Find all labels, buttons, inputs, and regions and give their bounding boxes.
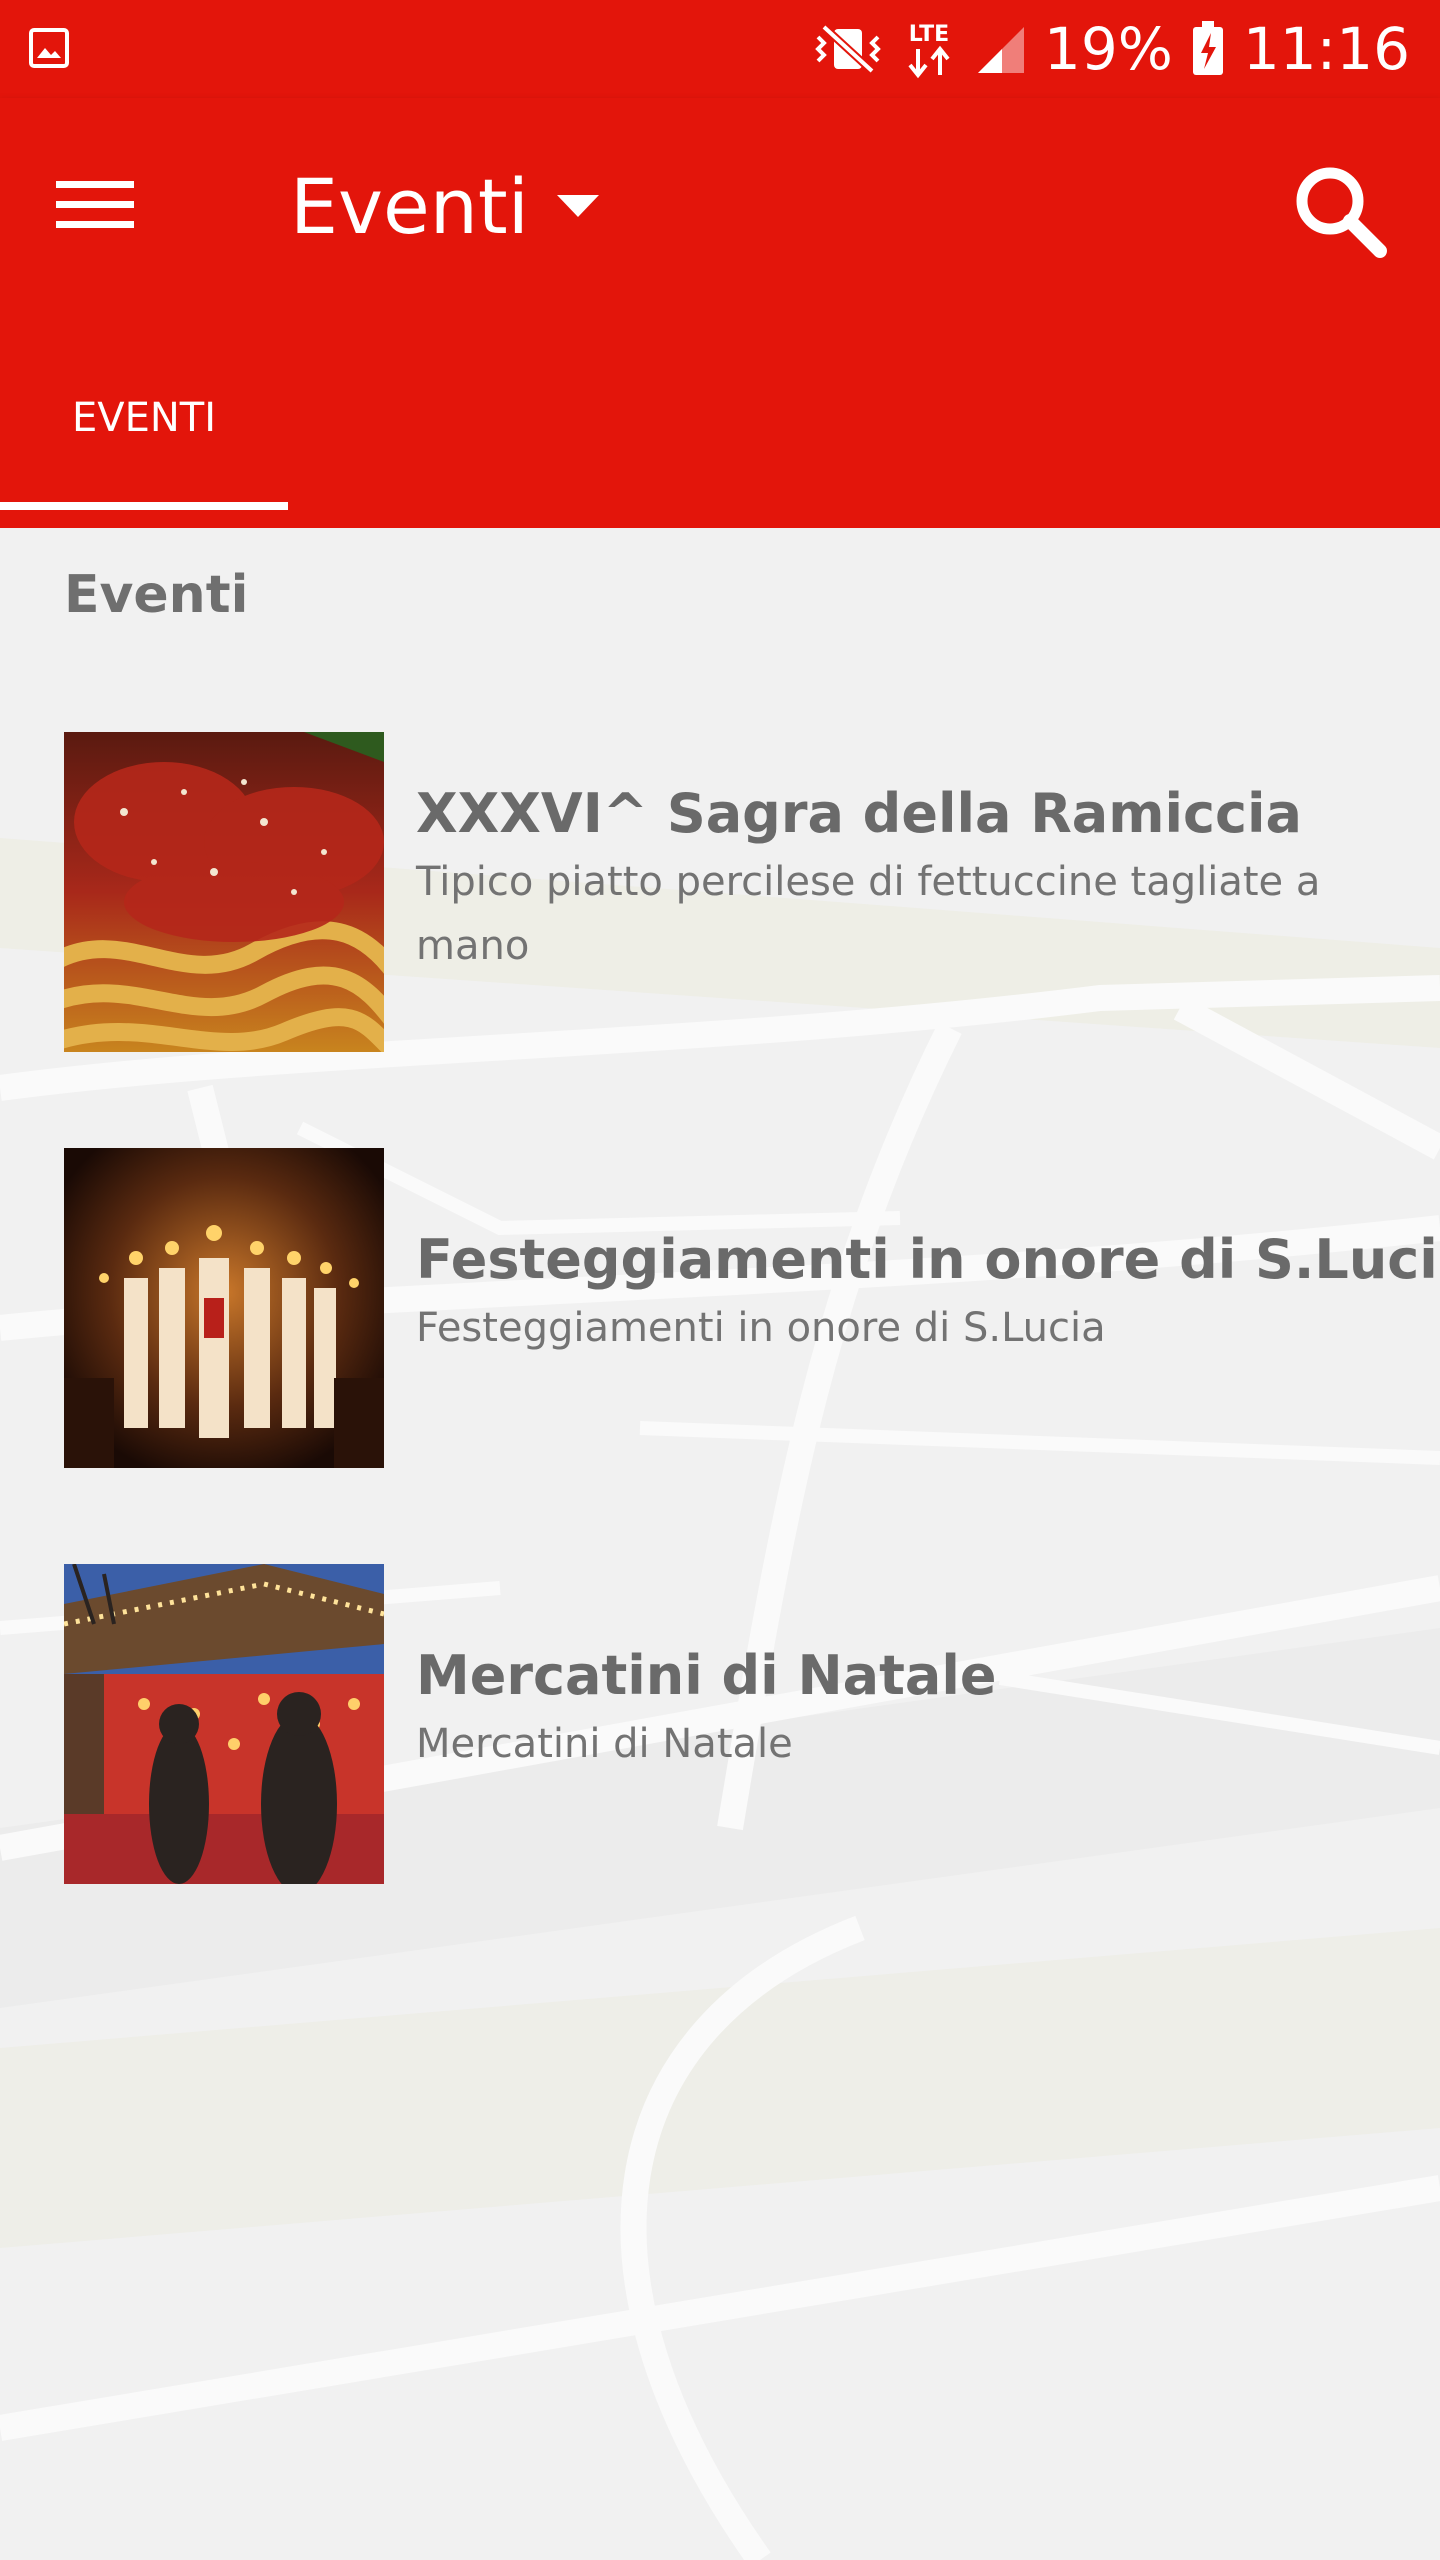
gallery-icon: [29, 28, 69, 68]
list-item[interactable]: Mercatini di Natale Mercatini di Natale: [0, 1564, 1440, 1980]
signal-icon: [977, 27, 1024, 73]
battery-percent: 19%: [1043, 15, 1173, 83]
clock: 11:16: [1242, 15, 1410, 83]
event-list: XXXVI^ Sagra della Ramiccia Tipico piatt…: [0, 732, 1440, 1980]
search-button[interactable]: [1280, 156, 1400, 266]
app-title: Eventi: [290, 161, 529, 251]
event-description: Mercatini di Natale: [416, 1721, 793, 1767]
hamburger-menu-icon: [56, 181, 134, 228]
vibrate-mute-icon: [815, 24, 881, 74]
battery-charging-icon: [1192, 21, 1223, 75]
event-title: Mercatini di Natale: [416, 1644, 997, 1707]
event-title: XXXVI^ Sagra della Ramiccia: [416, 782, 1302, 845]
event-image-santa-lucia: [64, 1148, 384, 1468]
event-image-pasta: [64, 732, 384, 1052]
event-description: Tipico piatto percilese di fettuccine ta…: [416, 859, 1321, 969]
tab-indicator: [0, 502, 288, 510]
app-bar: Eventi EVENTI: [0, 98, 1440, 528]
title-dropdown[interactable]: Eventi: [290, 156, 599, 256]
section-heading: Eventi: [64, 565, 249, 625]
list-item[interactable]: XXXVI^ Sagra della Ramiccia Tipico piatt…: [0, 732, 1440, 1148]
list-item[interactable]: Festeggiamenti in onore di S.Lucia Feste…: [0, 1148, 1440, 1564]
tab-eventi[interactable]: EVENTI: [0, 368, 288, 508]
caret-down-icon: [556, 195, 599, 217]
svg-text:LTE: LTE: [909, 22, 949, 47]
search-icon: [1296, 167, 1387, 258]
event-description: Festeggiamenti in onore di S.Lucia: [416, 1305, 1106, 1351]
tab-label: EVENTI: [71, 395, 217, 441]
lte-icon: LTE: [908, 22, 950, 79]
status-bar: LTE 19% 11:16: [0, 0, 1440, 98]
event-image-christmas-market: [64, 1564, 384, 1884]
menu-button[interactable]: [40, 160, 150, 250]
event-title: Festeggiamenti in onore di S.Lucia: [416, 1228, 1440, 1291]
